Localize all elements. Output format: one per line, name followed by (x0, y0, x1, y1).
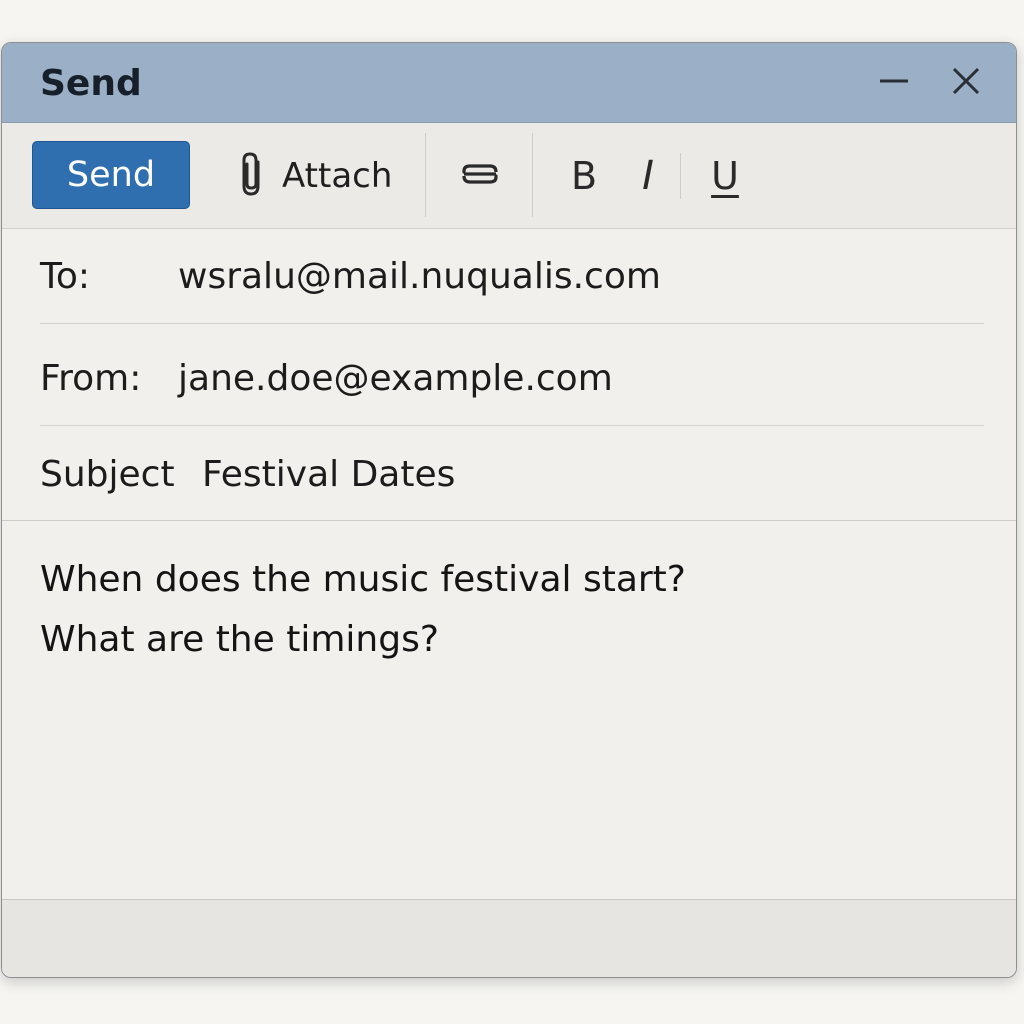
send-button[interactable]: Send (32, 141, 190, 209)
to-field[interactable]: wsralu@mail.nuqualis.com (178, 256, 661, 297)
body-line: When does the music festival start? (40, 559, 686, 600)
minimize-button[interactable] (872, 61, 916, 105)
compose-window: Send Send Attach B I U To: wsralu@mail.n… (1, 42, 1017, 978)
paperclip-icon (238, 150, 268, 202)
attach-button[interactable]: Attach (238, 143, 392, 209)
window-title: Send (40, 63, 142, 104)
subject-row: Subject Festival Dates (40, 427, 984, 521)
bold-button[interactable]: B (562, 143, 606, 209)
from-field[interactable]: jane.doe@example.com (178, 358, 613, 399)
subject-label: Subject (40, 453, 175, 495)
from-label: From: (40, 358, 142, 399)
toolbar-divider (532, 133, 533, 217)
italic-button[interactable]: I (628, 143, 668, 209)
to-row: To: wsralu@mail.nuqualis.com (40, 230, 984, 324)
from-row: From: jane.doe@example.com (40, 332, 984, 426)
toolbar: Send Attach B I U (2, 123, 1016, 229)
insert-link-button[interactable] (456, 143, 504, 209)
status-bar (2, 899, 1016, 977)
attach-label: Attach (282, 156, 393, 196)
link-icon (460, 156, 500, 196)
minimize-icon (878, 65, 910, 101)
underline-button[interactable]: U (702, 143, 748, 209)
close-button[interactable] (944, 61, 988, 105)
title-bar: Send (2, 43, 1016, 123)
toolbar-divider (425, 133, 426, 217)
subject-field[interactable]: Festival Dates (202, 454, 455, 495)
close-icon (950, 65, 982, 101)
toolbar-divider (680, 153, 681, 199)
body-line: What are the timings? (40, 619, 439, 660)
message-body[interactable]: When does the music festival start? What… (2, 521, 1016, 899)
to-label: To: (40, 256, 91, 297)
